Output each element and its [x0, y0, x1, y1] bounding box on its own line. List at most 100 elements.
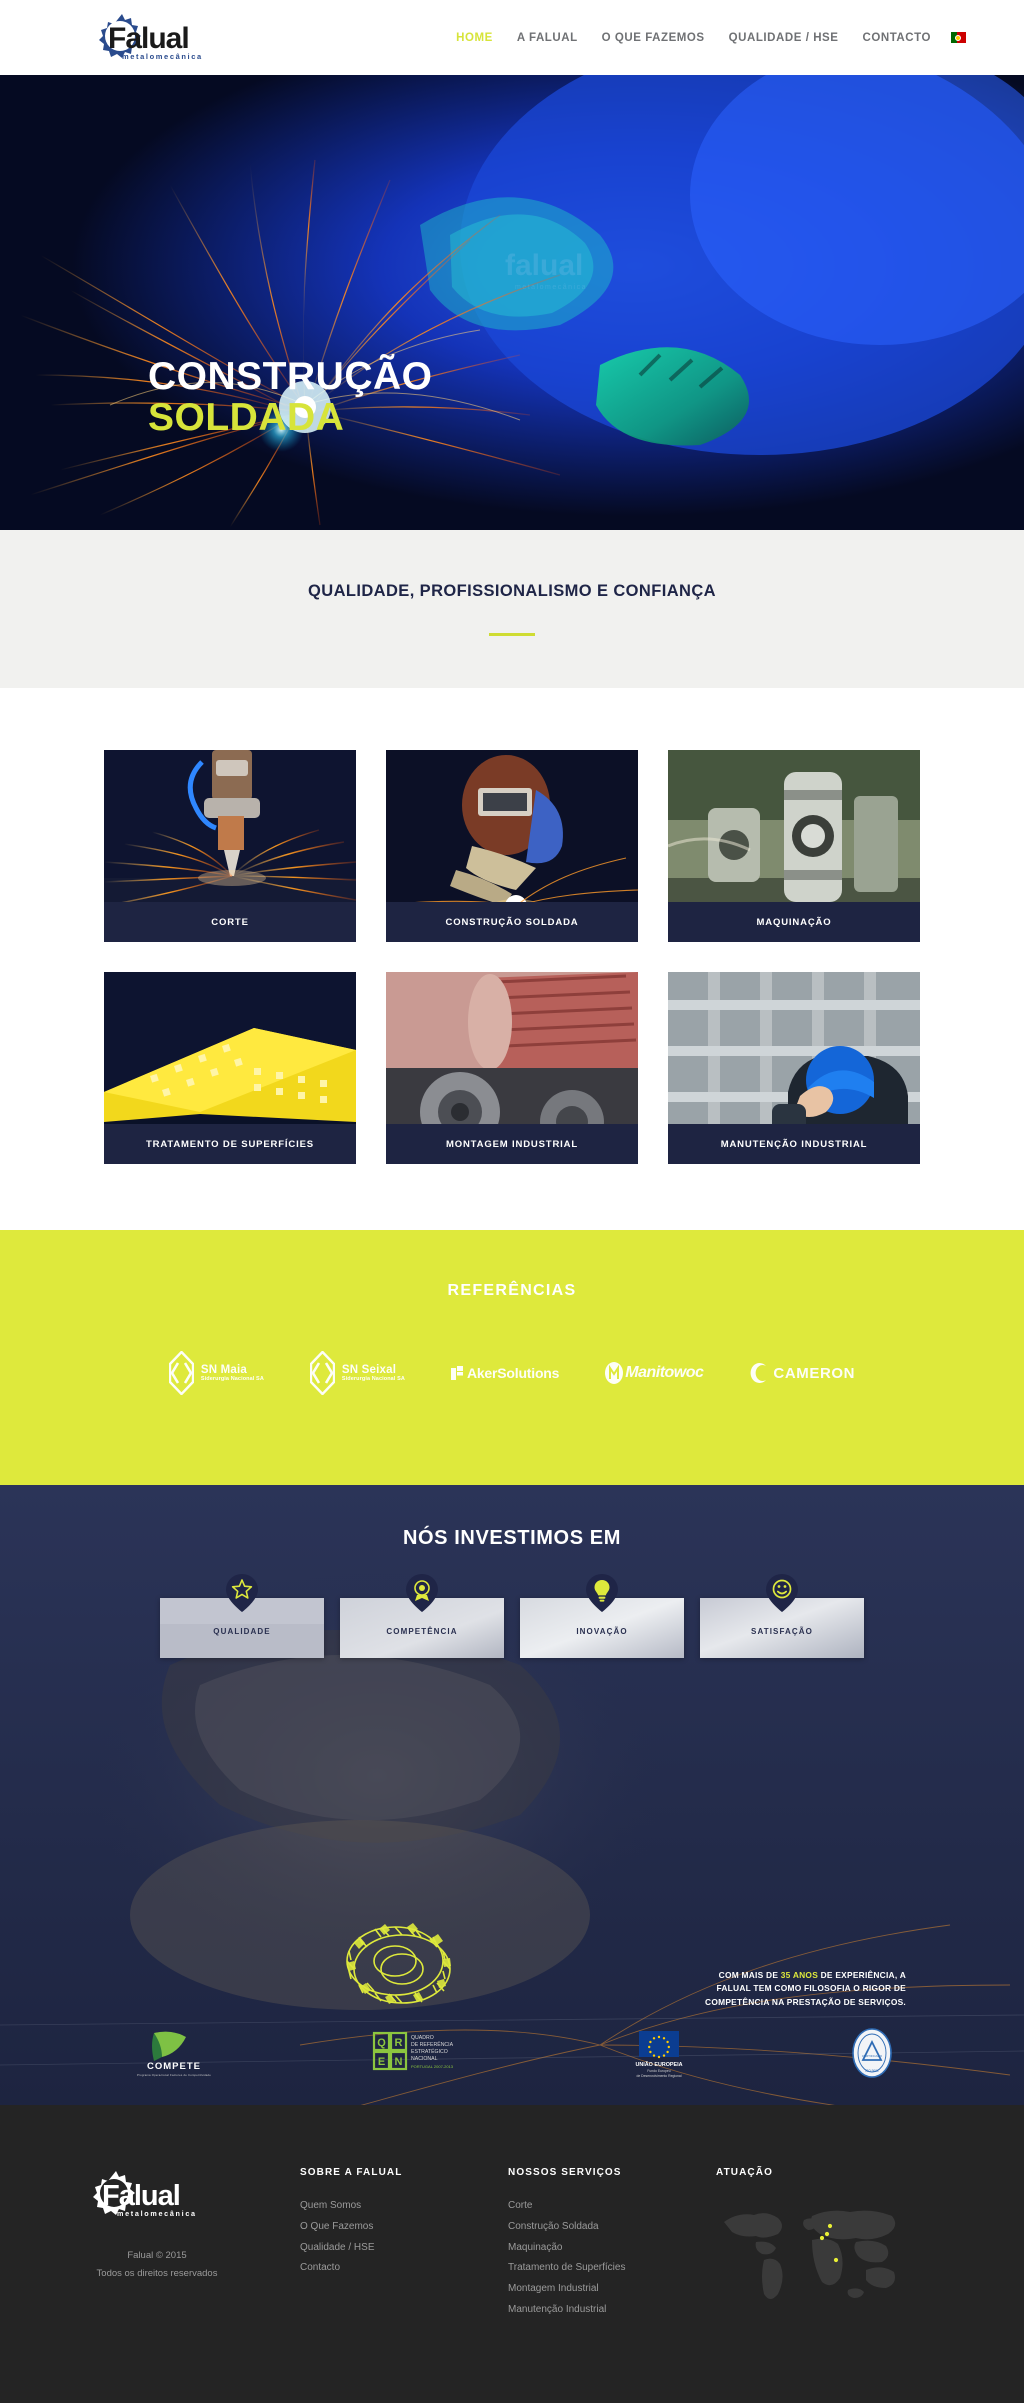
nav-item-qualidade-hse[interactable]: QUALIDADE / HSE: [717, 32, 851, 44]
svg-text:NACIONAL: NACIONAL: [411, 2056, 438, 2062]
reference-logo-akersolutions: AkerSolutions: [450, 1350, 560, 1396]
hero-headline-line1: CONSTRUÇÃO: [148, 355, 433, 398]
nav-item-o-que-fazemos[interactable]: O QUE FAZEMOS: [590, 32, 717, 44]
reference-name: AkerSolutions: [466, 1365, 560, 1381]
invest-card-inovacao[interactable]: INOVAÇÃO: [520, 1574, 684, 1658]
svg-text:metalomecânica: metalomecânica: [117, 2209, 197, 2218]
invest-background-image: [0, 1485, 1024, 2105]
main-navigation: HOME A FALUAL O QUE FAZEMOS QUALIDADE / …: [444, 0, 966, 75]
uniao-europeia-logo-icon: UNIÃO EUROPEIA Fundo Europeu de Desenvol…: [635, 2031, 683, 2078]
footer-link-qualidade-hse[interactable]: Qualidade / HSE: [300, 2238, 508, 2259]
hero-banner: falual metalomecânica CONSTRUÇÃO SOLDADA: [0, 75, 1024, 530]
nav-item-contacto[interactable]: CONTACTO: [851, 32, 944, 44]
manitowoc-mark-icon: [605, 1362, 624, 1384]
nav-item-home[interactable]: HOME: [444, 32, 505, 44]
footer-brand-column: Falual metalomecânica Falual © 2015 Todo…: [0, 2167, 300, 2321]
footer-link-montagem-industrial[interactable]: Montagem Industrial: [508, 2279, 716, 2300]
footer-link-quem-somos[interactable]: Quem Somos: [300, 2196, 508, 2217]
invest-section: NÓS INVESTIMOS EM QUALIDADE COMPETÊNCIA …: [0, 1485, 1024, 2105]
world-map-icon: [724, 2210, 896, 2299]
cameron-mark-icon: [750, 1363, 767, 1383]
hero-headline-line2: SOLDADA: [148, 396, 345, 440]
footer-link-maquinacao[interactable]: Maquinação: [508, 2238, 716, 2259]
footer-link-construcao-soldada[interactable]: Construção Soldada: [508, 2217, 716, 2238]
tagline-heading: QUALIDADE, PROFISSIONALISMO E CONFIANÇA: [308, 582, 716, 600]
smiley-icon: [766, 1574, 798, 1612]
service-label: CORTE: [104, 902, 356, 942]
footer-column-atuacao: ATUAÇÃO: [716, 2167, 904, 2321]
svg-text:Falual: Falual: [102, 2180, 180, 2212]
footer-link-contacto[interactable]: Contacto: [300, 2258, 508, 2279]
invest-card-qualidade[interactable]: QUALIDADE: [160, 1574, 324, 1658]
svg-text:Programa Operacional Factores: Programa Operacional Factores de Competi…: [137, 2073, 211, 2077]
svg-text:Falual: Falual: [108, 22, 189, 55]
partner-logo-qren: Q R E N QUADRO DE REFERÊNCIA ESTRATÉGICO N…: [370, 2027, 470, 2079]
site-logo[interactable]: Falual metalomecânica: [78, 8, 238, 70]
service-card-montagem-industrial[interactable]: MONTAGEM INDUSTRIAL: [386, 972, 638, 1164]
footer-link-o-que-fazemos[interactable]: O Que Fazemos: [300, 2217, 508, 2238]
svg-text:ISO 9001: ISO 9001: [865, 2069, 879, 2073]
references-heading: REFERÊNCIAS: [447, 1282, 577, 1299]
service-card-manutencao-industrial[interactable]: MANUTENÇÃO INDUSTRIAL: [668, 972, 920, 1164]
invest-card-label: COMPETÊNCIA: [386, 1627, 458, 1636]
svg-text:PORTUGAL 2007-2013: PORTUGAL 2007-2013: [411, 2064, 454, 2069]
svg-text:Q: Q: [377, 2037, 386, 2049]
svg-text:ESTRATÉGICO: ESTRATÉGICO: [411, 2048, 448, 2055]
lightbulb-icon: [586, 1574, 618, 1612]
svg-text:de Desenvolvimento Regional: de Desenvolvimento Regional: [636, 2074, 681, 2078]
site-footer: Falual metalomecânica Falual © 2015 Todo…: [0, 2105, 1024, 2403]
invest-card-satisfacao[interactable]: SATISFAÇÃO: [700, 1574, 864, 1658]
svg-text:DE REFERÊNCIA: DE REFERÊNCIA: [411, 2040, 454, 2048]
reference-sub: Siderurgia Nacional SA: [341, 1376, 405, 1383]
footer-link-tratamento-de-superficies[interactable]: Tratamento de Superfícies: [508, 2258, 716, 2279]
svg-text:CERTIFICADO: CERTIFICADO: [862, 2054, 883, 2058]
tagline-divider: [489, 633, 535, 636]
invest-card-label: SATISFAÇÃO: [751, 1627, 813, 1636]
footer-column-heading: NOSSOS SERVIÇOS: [508, 2167, 622, 2178]
svg-text:metalomecânica: metalomecânica: [515, 284, 587, 291]
footer-link-manutencao-industrial[interactable]: Manutenção Industrial: [508, 2300, 716, 2321]
service-card-maquinacao[interactable]: MAQUINAÇÃO: [668, 750, 920, 942]
svg-text:R: R: [395, 2037, 403, 2049]
reference-logo-manitowoc: Manitowoc: [605, 1350, 704, 1396]
sn-hexagon-icon: [309, 1351, 335, 1395]
services-grid: CORTE CONSTRUÇÃO SOLDADA MAQUINAÇÃO TRAT…: [97, 750, 927, 1164]
certification-seal-icon: CERTIFICADO ISO 9001: [852, 2028, 892, 2078]
footer-map-heading: ATUAÇÃO: [716, 2167, 773, 2178]
reference-name: Manitowoc: [625, 1364, 704, 1381]
svg-text:metalomecânica: metalomecânica: [122, 52, 203, 61]
service-card-tratamento-de-superficies[interactable]: TRATAMENTO DE SUPERFÍCIES: [104, 972, 356, 1164]
reference-logo-sn-seixal: SN Seixal Siderurgia Nacional SA: [309, 1350, 405, 1396]
svg-text:QUADRO: QUADRO: [411, 2035, 434, 2041]
svg-text:Fundo Europeu: Fundo Europeu: [647, 2069, 670, 2073]
nav-item-a-falual[interactable]: A FALUAL: [505, 32, 590, 44]
partner-logo-certification-seal: CERTIFICADO ISO 9001: [848, 2027, 896, 2079]
invest-card-competencia[interactable]: COMPETÊNCIA: [340, 1574, 504, 1658]
gear-illustration-icon: [346, 1923, 451, 2004]
invest-card-label: INOVAÇÃO: [576, 1627, 628, 1636]
reference-name: SN Seixal: [341, 1363, 397, 1376]
service-label: MAQUINAÇÃO: [668, 902, 920, 942]
service-card-construcao-soldada[interactable]: CONSTRUÇÃO SOLDADA: [386, 750, 638, 942]
star-icon: [226, 1574, 258, 1612]
sn-hexagon-icon: [168, 1351, 194, 1395]
footer-copyright-line1: Falual © 2015: [127, 2250, 187, 2261]
portugal-flag-icon[interactable]: [951, 32, 966, 43]
footer-link-corte[interactable]: Corte: [508, 2196, 716, 2217]
footer-column-nossos-servicos: NOSSOS SERVIÇOS Corte Construção Soldada…: [508, 2167, 716, 2321]
reference-logo-cameron: CAMERON: [749, 1350, 855, 1396]
invest-card-label: QUALIDADE: [213, 1627, 271, 1636]
references-logo-row: SN Maia Siderurgia Nacional SA SN Seixal…: [0, 1350, 1024, 1396]
service-card-corte[interactable]: CORTE: [104, 750, 356, 942]
partner-logo-uniao-europeia: UNIÃO EUROPEIA Fundo Europeu de Desenvol…: [620, 2027, 698, 2079]
reference-logo-sn-maia: SN Maia Siderurgia Nacional SA: [168, 1350, 264, 1396]
svg-text:COMPETE: COMPETE: [147, 2061, 201, 2072]
tagline-section: QUALIDADE, PROFISSIONALISMO E CONFIANÇA: [0, 530, 1024, 688]
medal-icon: [406, 1574, 438, 1612]
site-header: Falual metalomecânica HOME A FALUAL O QU…: [0, 0, 1024, 75]
service-label: MANUTENÇÃO INDUSTRIAL: [668, 1124, 920, 1164]
reference-name: SN Maia: [200, 1363, 248, 1376]
footer-copyright-line2: Todos os direitos reservados: [96, 2268, 218, 2280]
references-section: REFERÊNCIAS SN Maia Siderurgia Nacional …: [0, 1230, 1024, 1485]
hero-headline: CONSTRUÇÃO SOLDADA: [148, 356, 433, 439]
